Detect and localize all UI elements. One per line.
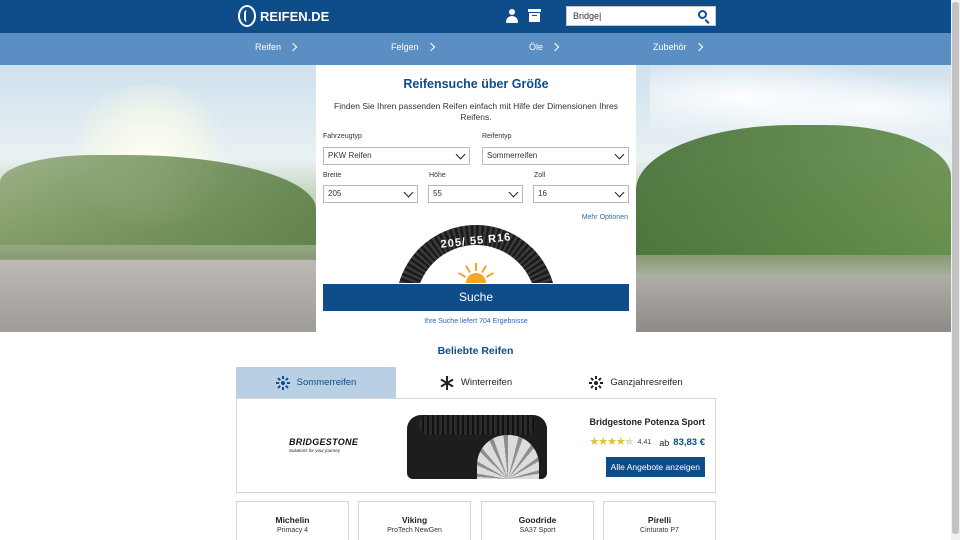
chevron-down-icon <box>455 149 466 160</box>
tire-type-value: Sommerreifen <box>487 151 538 160</box>
chevron-down-icon <box>614 187 625 198</box>
tire-product-image[interactable] <box>407 413 547 479</box>
sun-icon <box>275 375 290 390</box>
height-label: Höhe <box>429 172 446 179</box>
rating-price-row: ★★★★★ ★★★★★ 4,41 ab 83,83 € <box>589 436 705 449</box>
brand-card[interactable]: Pirelli Cinturato P7 <box>603 501 716 540</box>
season-tabs: Sommerreifen Winterreifen Ganzjahresreif… <box>236 367 716 404</box>
rim-select[interactable]: 16 <box>533 185 629 203</box>
search-icon[interactable] <box>697 9 711 24</box>
tab-label: Ganzjahresreifen <box>610 377 683 388</box>
search-card-description: Finden Sie Ihren passenden Reifen einfac… <box>334 101 618 122</box>
search-card-title: Reifensuche über Größe <box>403 77 549 91</box>
snowflake-icon <box>440 375 454 390</box>
width-label: Breite <box>323 172 342 179</box>
nav-item-label: Reifen <box>255 42 282 52</box>
nav-item-felgen[interactable]: Felgen <box>391 42 435 52</box>
bridgestone-logo[interactable]: BRIDGESTONE Solutions for your journey <box>289 437 359 453</box>
brand-card-brand: Viking <box>401 515 428 525</box>
brand-card[interactable]: Viking ProTech NewGen <box>358 501 471 540</box>
tire-type-label: Reifentyp <box>482 133 512 140</box>
nav-item-label: Felgen <box>391 42 419 52</box>
user-account-icon[interactable] <box>506 9 518 23</box>
nav-item-label: Zubehör <box>653 42 687 52</box>
search-box <box>566 6 716 26</box>
chevron-right-icon <box>694 42 703 52</box>
vehicle-type-value: PKW Reifen <box>328 151 372 160</box>
tire-type-select[interactable]: Sommerreifen <box>482 147 629 165</box>
popular-tires-heading: Beliebte Reifen <box>437 345 514 357</box>
brand-card-brand: Pirelli <box>647 515 672 525</box>
brand-card-model: Primacy 4 <box>276 527 309 534</box>
brand-card-brand: Michelin <box>275 515 310 525</box>
tab-sommerreifen[interactable]: Sommerreifen <box>236 367 396 398</box>
tab-winterreifen[interactable]: Winterreifen <box>396 367 556 398</box>
chevron-right-icon <box>288 42 298 52</box>
brand-card-model: SA37 Sport <box>519 527 556 534</box>
brand-card[interactable]: Michelin Primacy 4 <box>236 501 349 540</box>
height-value: 55 <box>433 189 442 198</box>
tire-size-search-card: Reifensuche über Größe Finden Sie Ihren … <box>316 65 636 332</box>
rim-value: 16 <box>538 189 547 198</box>
chevron-down-icon <box>403 187 414 198</box>
height-select[interactable]: 55 <box>428 185 523 203</box>
brand-logo-text: BRIDGESTONE <box>289 437 359 447</box>
product-name[interactable]: Bridgestone Potenza Sport <box>589 417 705 427</box>
all-season-icon <box>589 375 604 390</box>
tab-ganzjahresreifen[interactable]: Ganzjahresreifen <box>556 367 716 398</box>
top-header: REIFEN.DE <box>0 0 951 33</box>
tab-label: Sommerreifen <box>296 377 357 388</box>
nav-item-oele[interactable]: Öle <box>529 42 560 52</box>
width-value: 205 <box>328 189 342 198</box>
all-offers-button[interactable]: Alle Angebote anzeigen <box>605 457 705 477</box>
rating-value: 4,41 <box>637 439 652 446</box>
brand-card[interactable]: Goodride SA37 Sport <box>481 501 594 540</box>
result-count-link[interactable]: Ihre Suche liefert 704 Ergebnisse <box>316 318 636 325</box>
star-rating: ★★★★★ ★★★★★ <box>589 436 634 448</box>
cart-box-icon[interactable] <box>528 9 541 22</box>
chevron-down-icon <box>508 187 519 198</box>
tire-size-illustration: 205/ 55 R16 <box>394 225 558 283</box>
chevron-down-icon <box>614 149 625 160</box>
vertical-scrollbar[interactable] <box>951 0 960 540</box>
search-input[interactable] <box>567 7 695 25</box>
brand-card-brand: Goodride <box>518 515 557 525</box>
vehicle-type-label: Fahrzeugtyp <box>323 133 362 140</box>
brand-card-model: ProTech NewGen <box>387 527 442 534</box>
nav-item-zubehoer[interactable]: Zubehör <box>653 42 703 52</box>
logo-text: REIFEN.DE <box>260 8 330 24</box>
brand-card-model: Cinturato P7 <box>640 527 679 534</box>
chevron-right-icon <box>550 42 560 52</box>
tab-label: Winterreifen <box>460 377 513 388</box>
scrollbar-thumb[interactable] <box>952 2 959 534</box>
sun-icon <box>454 261 498 283</box>
chevron-right-icon <box>426 42 435 52</box>
rim-label: Zoll <box>534 172 546 179</box>
width-select[interactable]: 205 <box>323 185 418 203</box>
category-nav: Reifen Felgen Öle Zubehör <box>0 33 951 65</box>
price-prefix: ab <box>659 437 670 448</box>
search-submit-button[interactable]: Suche <box>323 284 629 311</box>
brand-tagline: Solutions for your journey <box>289 448 341 453</box>
site-logo[interactable]: REIFEN.DE <box>238 5 329 27</box>
brand-card-row: Michelin Primacy 4 Viking ProTech NewGen… <box>236 501 716 540</box>
tire-logo-icon <box>238 5 256 27</box>
nav-item-reifen[interactable]: Reifen <box>255 42 298 52</box>
price: 83,83 € <box>673 437 705 448</box>
more-options-link[interactable]: Mehr Optionen <box>582 214 628 221</box>
page: REIFEN.DE Reifen Felgen Öle Zub <box>0 0 960 540</box>
nav-item-label: Öle <box>529 42 544 52</box>
featured-product-panel: BRIDGESTONE Solutions for your journey B… <box>236 398 716 493</box>
vehicle-type-select[interactable]: PKW Reifen <box>323 147 470 165</box>
